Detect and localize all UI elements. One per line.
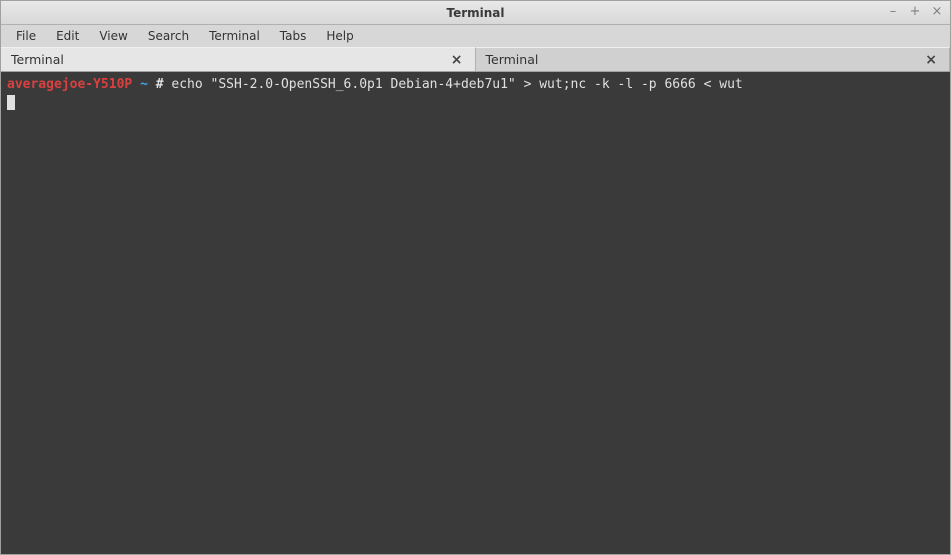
minimize-button[interactable]: – (886, 4, 900, 18)
terminal-window: Terminal – + × File Edit View Search Ter… (0, 0, 951, 555)
menu-edit[interactable]: Edit (47, 27, 88, 45)
menu-terminal[interactable]: Terminal (200, 27, 269, 45)
menubar: File Edit View Search Terminal Tabs Help (1, 25, 950, 47)
tab-terminal-2[interactable]: Terminal × (476, 47, 951, 71)
tab-terminal-1[interactable]: Terminal × (1, 47, 476, 71)
cursor-icon (7, 95, 15, 110)
menu-tabs[interactable]: Tabs (271, 27, 316, 45)
tab-label: Terminal (11, 52, 64, 67)
close-icon[interactable]: × (449, 52, 465, 68)
prompt-path: ~ (140, 77, 148, 92)
prompt-hostname: averagejoe-Y510P (7, 77, 132, 92)
menu-view[interactable]: View (90, 27, 136, 45)
prompt-symbol: # (156, 77, 164, 92)
terminal-viewport[interactable]: averagejoe-Y510P ~ # echo "SSH-2.0-OpenS… (1, 72, 950, 554)
titlebar[interactable]: Terminal – + × (1, 1, 950, 25)
maximize-button[interactable]: + (908, 4, 922, 18)
window-controls: – + × (886, 4, 944, 18)
menu-help[interactable]: Help (317, 27, 362, 45)
window-title: Terminal (446, 6, 504, 20)
close-button[interactable]: × (930, 4, 944, 18)
menu-search[interactable]: Search (139, 27, 198, 45)
tab-label: Terminal (486, 52, 539, 67)
close-icon[interactable]: × (923, 52, 939, 68)
command-text: echo "SSH-2.0-OpenSSH_6.0p1 Debian-4+deb… (171, 77, 742, 92)
menu-file[interactable]: File (7, 27, 45, 45)
tabbar: Terminal × Terminal × (1, 47, 950, 72)
